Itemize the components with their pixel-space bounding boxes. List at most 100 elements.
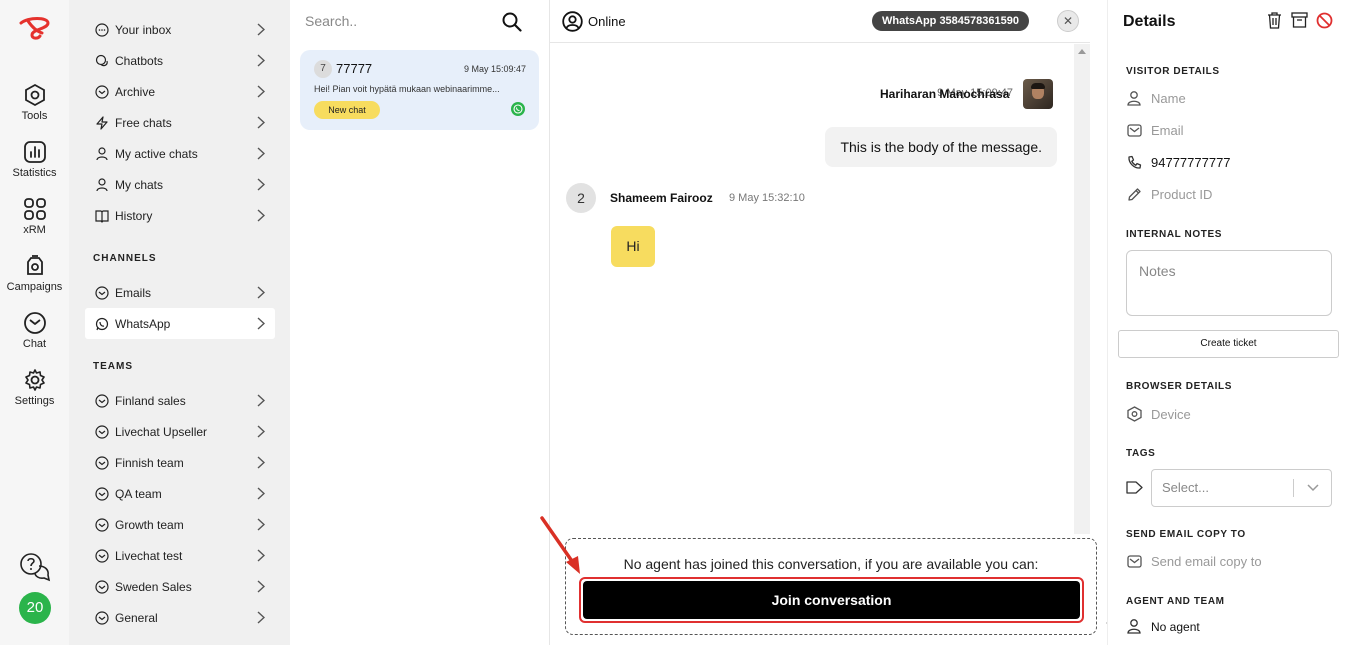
pencil-icon — [1126, 187, 1142, 202]
statistics-icon — [23, 141, 46, 163]
sidebar-item-label: Finland sales — [115, 393, 186, 408]
sidebar-item-label: Finnish team — [115, 455, 184, 470]
chat-bubble-icon — [95, 486, 109, 501]
sidebar-item-team[interactable]: Livechat Upseller — [85, 416, 275, 447]
chat-bubble-icon — [95, 424, 109, 439]
sidebar-item-your-inbox[interactable]: Your inbox — [85, 14, 275, 45]
rail-chat[interactable]: Chat — [0, 311, 69, 350]
sidebar-item-team[interactable]: Finnish team — [85, 447, 275, 478]
visitor-avatar: 2 — [566, 183, 596, 213]
channel-pill: WhatsApp 3584578361590 — [872, 11, 1029, 31]
campaigns-icon — [26, 255, 43, 275]
sidebar-item-my-chats[interactable]: My chats — [85, 169, 275, 200]
chat-bubble-icon — [95, 455, 109, 470]
rail-statistics[interactable]: Statistics — [0, 140, 69, 179]
rail-campaigns[interactable]: Campaigns — [0, 254, 69, 293]
phone-icon — [1126, 155, 1142, 170]
visitor-phone-field[interactable]: 94777777777 — [1126, 155, 1231, 170]
help-icon[interactable] — [19, 552, 51, 582]
sidebar-item-team[interactable]: Livechat test — [85, 540, 275, 571]
visitor-name-field[interactable]: Name — [1126, 91, 1186, 106]
block-icon[interactable] — [1316, 12, 1333, 29]
sidebar-item-archive[interactable]: Archive — [85, 76, 275, 107]
rail-xrm[interactable]: xRM — [0, 197, 69, 236]
sidebar-item-team[interactable]: QA team — [85, 478, 275, 509]
email-copy-heading: SEND EMAIL COPY TO — [1126, 529, 1246, 540]
chat-card-time: 9 May 15:09:47 — [463, 64, 526, 74]
sidebar-item-label: Livechat Upseller — [115, 424, 208, 439]
chevron-right-icon — [257, 116, 265, 129]
sidebar-item-emails[interactable]: Emails — [85, 277, 275, 308]
search-input[interactable]: Search.. — [305, 13, 357, 29]
archive-icon[interactable] — [1291, 12, 1308, 28]
sidebar-item-team[interactable]: Growth team — [85, 509, 275, 540]
details-panel: Details VISITOR DETAILS Name Email 94777… — [1107, 0, 1348, 645]
tag-icon — [1126, 480, 1143, 495]
book-icon — [95, 209, 109, 223]
join-conversation-button[interactable]: Join conversation — [583, 581, 1080, 619]
sidebar-item-history[interactable]: History — [85, 200, 275, 231]
rail-statistics-label: Statistics — [12, 167, 57, 179]
agent-status[interactable]: Online — [588, 14, 626, 29]
sidebar-item-whatsapp[interactable]: WhatsApp — [85, 308, 275, 339]
trash-icon[interactable] — [1267, 12, 1282, 29]
visitor-message-author: Shameem Fairooz — [610, 191, 713, 205]
chevron-right-icon — [257, 85, 265, 98]
email-copy-field[interactable]: Send email copy to — [1126, 554, 1262, 569]
visitor-email-field[interactable]: Email — [1126, 123, 1184, 138]
sidebar-item-team[interactable]: General — [85, 602, 275, 633]
tags-heading: TAGS — [1126, 448, 1156, 459]
browser-details-heading: BROWSER DETAILS — [1126, 381, 1233, 392]
chevron-right-icon — [257, 286, 265, 299]
chat-card[interactable]: 7 77777 9 May 15:09:47 Hei! Pian voit hy… — [300, 50, 539, 130]
chevron-right-icon — [257, 425, 265, 438]
user-avatar[interactable]: 20 — [19, 592, 51, 624]
sidebar-item-label: Emails — [115, 285, 152, 300]
sidebar-item-team[interactable]: Sweden Sales — [85, 571, 275, 602]
vertical-scrollbar[interactable] — [1074, 44, 1090, 534]
rail-chat-label: Chat — [22, 338, 47, 350]
device-field: Device — [1126, 406, 1191, 422]
app-logo[interactable] — [18, 15, 52, 41]
user-icon — [95, 177, 109, 192]
chat-list: Search.. 7 77777 9 May 15:09:47 Hei! Pia… — [290, 0, 550, 645]
chat-bubble-icon — [95, 610, 109, 625]
left-rail: Tools Statistics xRM Campaigns Chat Sett… — [0, 0, 69, 645]
create-ticket-button[interactable]: Create ticket — [1118, 330, 1339, 358]
unread-count: 7 — [314, 60, 332, 78]
agent-field[interactable]: No agent — [1126, 619, 1200, 634]
chevron-right-icon — [257, 549, 265, 562]
sidebar-item-label: General — [115, 610, 158, 625]
inbox-icon — [95, 22, 109, 37]
rail-settings-label: Settings — [14, 395, 55, 407]
chevron-down-icon — [1307, 484, 1319, 492]
sidebar-item-chatbots[interactable]: Chatbots — [85, 45, 275, 76]
user-circle-icon — [562, 11, 583, 32]
sidebar-item-label: Archive — [115, 84, 156, 99]
tags-select[interactable]: Select... — [1151, 469, 1332, 507]
sidebar-item-team[interactable]: Finland sales — [85, 385, 275, 416]
product-id-field[interactable]: Product ID — [1126, 187, 1212, 202]
chat-bubble-icon — [95, 393, 109, 408]
details-title: Details — [1123, 13, 1176, 30]
user-icon — [1126, 91, 1142, 106]
rail-tools[interactable]: Tools — [0, 83, 69, 122]
visitor-details-heading: VISITOR DETAILS — [1126, 66, 1220, 77]
tools-icon — [24, 83, 45, 107]
chevron-right-icon — [257, 487, 265, 500]
search-icon[interactable] — [502, 12, 522, 32]
join-notice: No agent has joined this conversation, i… — [623, 556, 1039, 572]
sidebar-item-free-chats[interactable]: Free chats — [85, 107, 275, 138]
notes-textarea[interactable]: Notes — [1126, 250, 1332, 316]
chevron-right-icon — [257, 147, 265, 160]
sidebar-item-label: Livechat test — [115, 548, 183, 563]
chevron-right-icon — [257, 23, 265, 36]
sidebar-item-my-active-chats[interactable]: My active chats — [85, 138, 275, 169]
annotation-arrow-icon — [540, 516, 580, 574]
lightning-icon — [95, 115, 109, 130]
rail-settings[interactable]: Settings — [0, 368, 69, 407]
sidebar-item-label: My chats — [115, 177, 164, 192]
close-conversation-button[interactable]: ✕ — [1057, 10, 1079, 32]
chat-icon — [23, 312, 46, 334]
conversation-header: Online WhatsApp 3584578361590 ✕ — [550, 0, 1090, 43]
